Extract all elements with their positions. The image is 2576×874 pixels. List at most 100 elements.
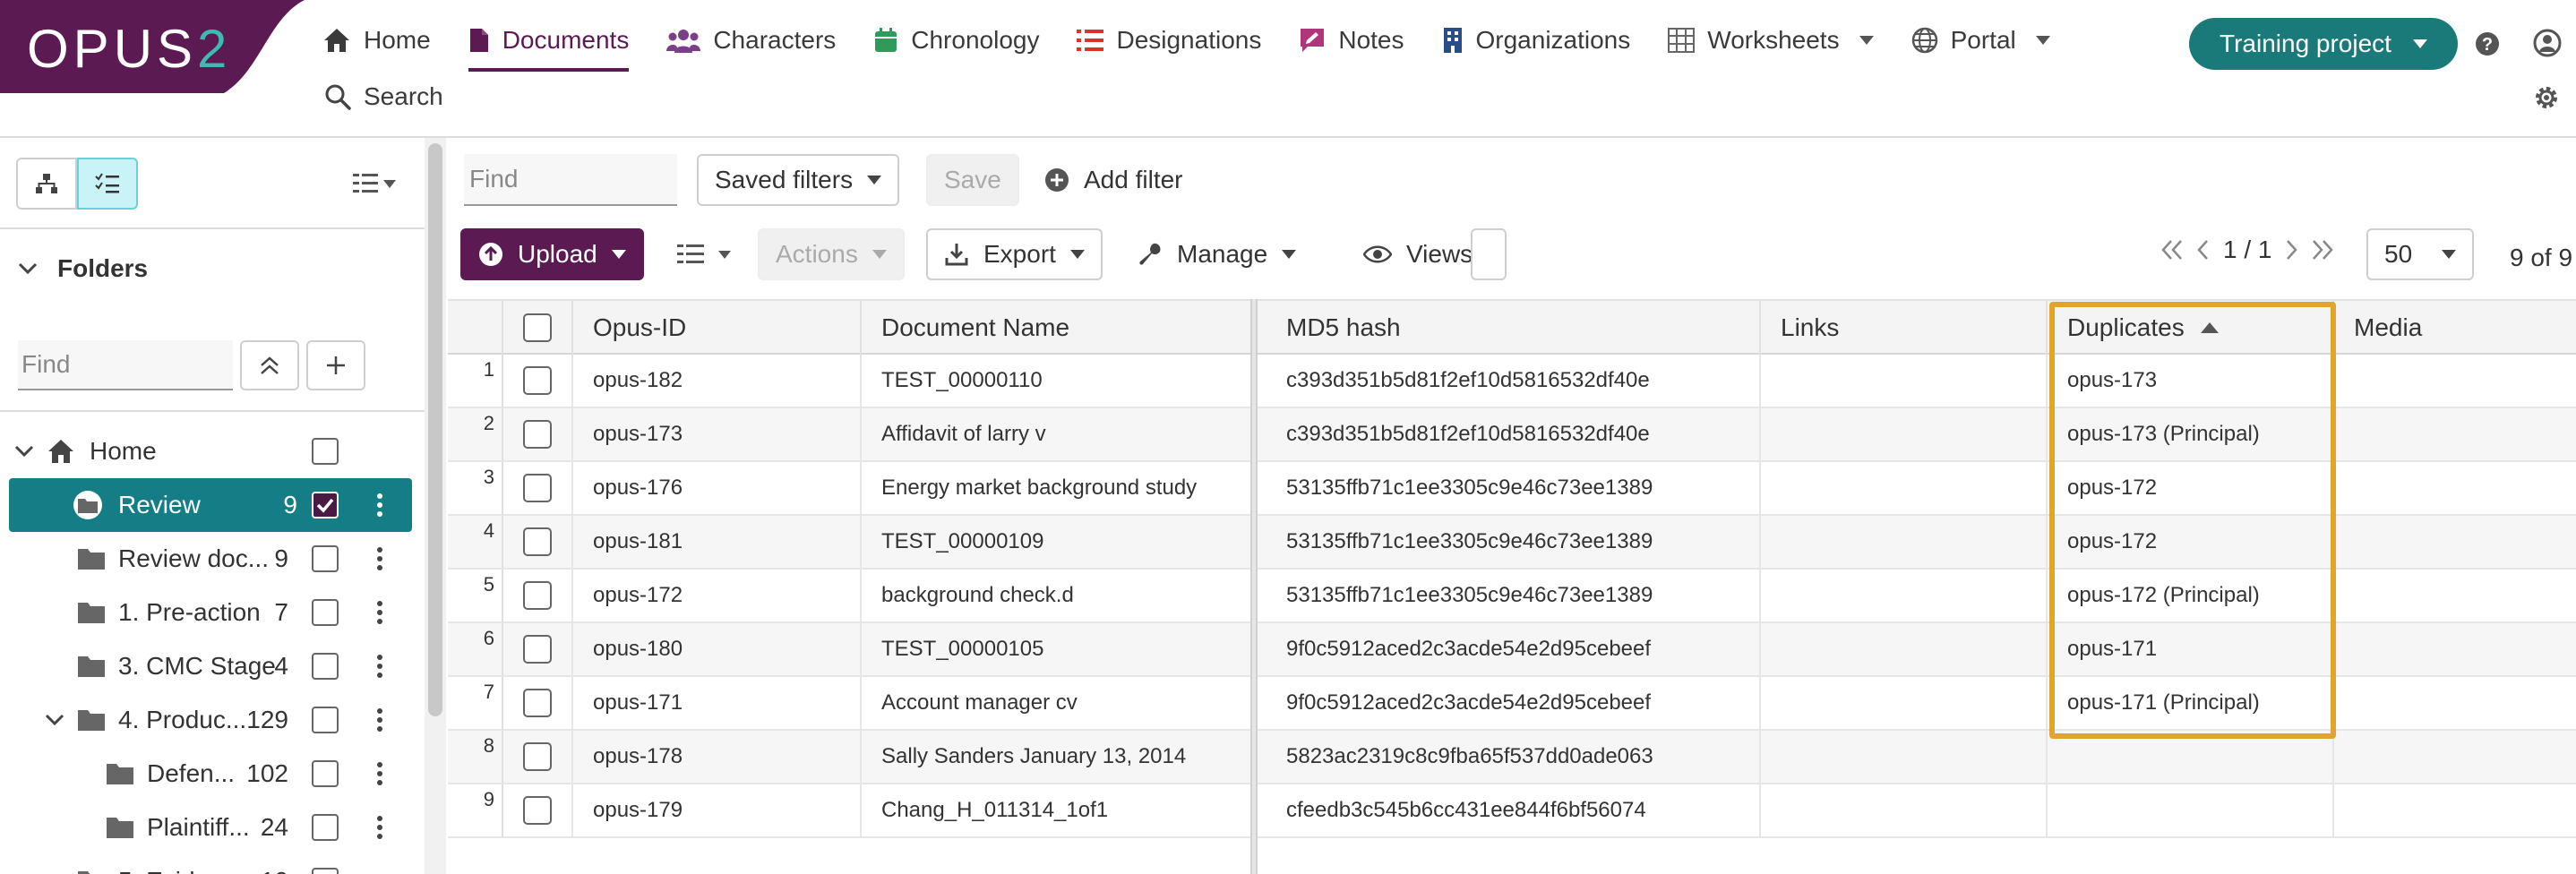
- tree-item-checkbox[interactable]: [312, 492, 339, 518]
- nav-search[interactable]: Search: [324, 82, 443, 111]
- tree-item-checkbox[interactable]: [312, 599, 339, 626]
- add-filter-button[interactable]: Add filter: [1028, 154, 1199, 206]
- nav-notes[interactable]: Notes: [1299, 20, 1404, 61]
- tree-item-count: 4: [274, 652, 288, 680]
- select-all-checkbox[interactable]: [523, 313, 552, 342]
- chevron-down-icon: [611, 250, 626, 259]
- more-vertical-icon[interactable]: [376, 600, 383, 625]
- column-chooser-button[interactable]: [661, 228, 747, 280]
- table-row[interactable]: 1 opus-182 TEST_00000110 c393d351b5d81f2…: [448, 355, 2576, 408]
- nav-designations-label: Designations: [1116, 26, 1262, 54]
- column-list-icon: [677, 243, 704, 266]
- sidebar-scrollbar-thumb[interactable]: [428, 143, 442, 716]
- more-vertical-icon[interactable]: [376, 761, 383, 786]
- nav-portal[interactable]: Portal: [1911, 20, 2050, 61]
- previous-page-icon[interactable]: [2189, 230, 2216, 270]
- manage-dropdown[interactable]: Manage: [1121, 228, 1312, 280]
- tree-item-pre-action[interactable]: 1. Pre-action 7: [0, 586, 426, 639]
- checklist-view-button[interactable]: [77, 158, 138, 210]
- row-number: 6: [448, 623, 503, 675]
- nav-characters[interactable]: Characters: [666, 20, 836, 61]
- more-vertical-icon[interactable]: [376, 493, 383, 518]
- column-header-duplicates[interactable]: Duplicates: [2048, 301, 2334, 355]
- last-page-icon[interactable]: [2306, 230, 2340, 270]
- nav-notes-label: Notes: [1338, 26, 1404, 54]
- table-row[interactable]: 4 opus-181 TEST_00000109 53135ffb71c1ee3…: [448, 516, 2576, 570]
- more-vertical-icon[interactable]: [376, 546, 383, 571]
- frozen-column-splitter[interactable]: [1250, 299, 1258, 874]
- tree-item-plaintiff[interactable]: Plaintiff... 24: [0, 801, 426, 854]
- table-row[interactable]: 8 opus-178 Sally Sanders January 13, 201…: [448, 731, 2576, 784]
- table-row[interactable]: 3 opus-176 Energy market background stud…: [448, 462, 2576, 516]
- tree-item-checkbox[interactable]: [312, 707, 339, 733]
- upload-button[interactable]: Upload: [460, 228, 644, 280]
- more-vertical-icon[interactable]: [376, 654, 383, 679]
- column-header-document-name[interactable]: Document Name: [862, 301, 1252, 355]
- gear-icon[interactable]: [2533, 84, 2560, 111]
- nav-chronology[interactable]: Chronology: [873, 20, 1039, 61]
- first-page-icon[interactable]: [2155, 230, 2189, 270]
- nav-organizations[interactable]: Organizations: [1442, 20, 1630, 61]
- table-row[interactable]: 7 opus-171 Account manager cv 9f0c5912ac…: [448, 677, 2576, 731]
- tree-item-cmc-stage[interactable]: 3. CMC Stage 4: [0, 639, 426, 693]
- help-icon[interactable]: ?: [2474, 30, 2501, 57]
- page-size-select[interactable]: 50: [2366, 228, 2474, 280]
- tree-item-defendant[interactable]: Defen... 102: [0, 747, 426, 801]
- tree-item-home[interactable]: Home: [0, 424, 426, 478]
- row-checkbox[interactable]: [523, 366, 552, 395]
- row-checkbox[interactable]: [523, 527, 552, 556]
- table-row[interactable]: 6 opus-180 TEST_00000105 9f0c5912aced2c3…: [448, 623, 2576, 677]
- more-vertical-icon[interactable]: [376, 815, 383, 840]
- tree-item-checkbox[interactable]: [312, 438, 339, 465]
- tree-item-review-doc[interactable]: Review doc... 9: [0, 532, 426, 586]
- actions-dropdown[interactable]: Actions: [758, 228, 905, 280]
- table-row[interactable]: 5 opus-172 background check.d 53135ffb71…: [448, 570, 2576, 623]
- nav-portal-label: Portal: [1950, 26, 2016, 54]
- tree-item-checkbox[interactable]: [312, 545, 339, 572]
- tree-item-review[interactable]: Review 9: [9, 478, 412, 532]
- row-checkbox[interactable]: [523, 420, 552, 449]
- row-checkbox[interactable]: [523, 689, 552, 717]
- row-checkbox[interactable]: [523, 474, 552, 502]
- table-row[interactable]: 9 opus-179 Chang_H_011314_1of1 cfeedb3c5…: [448, 784, 2576, 838]
- column-header-md5-hash[interactable]: MD5 hash: [1258, 301, 1761, 355]
- calendar-icon: [873, 27, 898, 54]
- tree-item-evidence[interactable]: 5. Evid... 10: [0, 854, 426, 874]
- hierarchy-view-button[interactable]: [16, 158, 77, 210]
- tree-item-checkbox[interactable]: [312, 760, 339, 787]
- tree-item-checkbox[interactable]: [312, 653, 339, 680]
- column-header-media[interactable]: Media: [2334, 301, 2576, 355]
- sidebar-column-menu[interactable]: [353, 172, 396, 195]
- project-selector-button[interactable]: Training project: [2189, 18, 2458, 70]
- row-checkbox[interactable]: [523, 581, 552, 610]
- folder-search-input[interactable]: [18, 340, 233, 390]
- more-vertical-icon[interactable]: [376, 707, 383, 733]
- cell-links: [1761, 623, 2048, 675]
- nav-documents[interactable]: Documents: [468, 20, 629, 72]
- nav-home[interactable]: Home: [322, 20, 431, 61]
- document-search-input[interactable]: [464, 154, 677, 206]
- opus2-logo[interactable]: OPUS2: [0, 0, 305, 93]
- next-page-icon[interactable]: [2279, 230, 2306, 270]
- tree-item-checkbox[interactable]: [312, 814, 339, 841]
- save-filter-button[interactable]: Save: [926, 154, 1019, 206]
- row-checkbox[interactable]: [523, 742, 552, 771]
- nav-designations[interactable]: Designations: [1077, 20, 1261, 61]
- tree-item-label: 5. Evid...: [118, 867, 216, 874]
- export-dropdown[interactable]: Export: [926, 228, 1103, 280]
- tree-item-checkbox[interactable]: [312, 868, 339, 874]
- cell-media: [2334, 355, 2576, 407]
- column-header-opus-id[interactable]: Opus-ID: [573, 301, 862, 355]
- saved-filters-dropdown[interactable]: Saved filters: [697, 154, 900, 206]
- add-folder-button[interactable]: [306, 340, 365, 390]
- folders-header[interactable]: Folders: [18, 254, 148, 283]
- collapse-all-button[interactable]: [240, 340, 299, 390]
- row-checkbox[interactable]: [523, 796, 552, 825]
- column-header-links[interactable]: Links: [1761, 301, 2048, 355]
- row-checkbox[interactable]: [523, 635, 552, 664]
- nav-worksheets[interactable]: Worksheets: [1668, 20, 1874, 61]
- user-account-icon[interactable]: [2533, 29, 2562, 57]
- tree-item-production[interactable]: 4. Produc... 129: [0, 693, 426, 747]
- table-row[interactable]: 2 opus-173 Affidavit of larry v c393d351…: [448, 408, 2576, 462]
- cell-duplicates: opus-172: [2048, 462, 2334, 514]
